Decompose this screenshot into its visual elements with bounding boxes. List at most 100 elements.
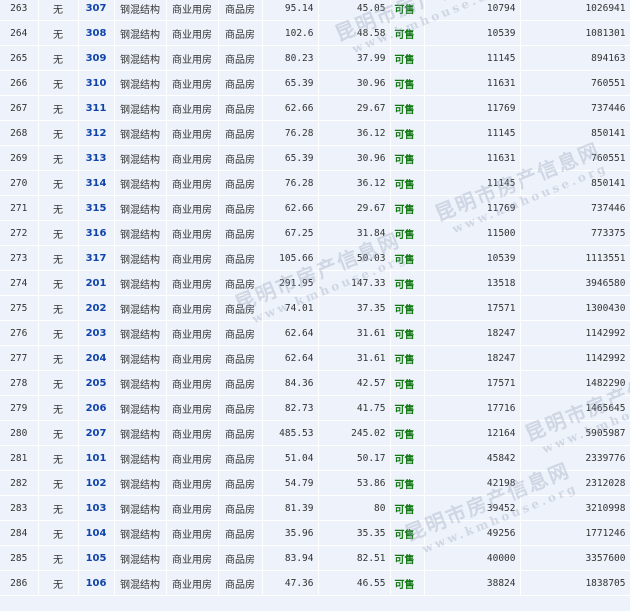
row-number: 277 xyxy=(0,345,39,371)
room-number-link[interactable]: 201 xyxy=(78,270,115,296)
house-type-cell: 商品房 xyxy=(218,95,263,121)
room-number-link[interactable]: 311 xyxy=(78,95,115,121)
usage-cell: 商业用房 xyxy=(166,370,219,396)
total-price-cell: 1026941 xyxy=(520,0,630,21)
house-type-cell: 商品房 xyxy=(218,20,263,46)
floor-cell: 无 xyxy=(38,520,79,546)
sale-status: 可售 xyxy=(390,445,425,471)
sale-status: 可售 xyxy=(390,170,425,196)
usage-cell: 商业用房 xyxy=(166,0,219,21)
usage-cell: 商业用房 xyxy=(166,495,219,521)
inner-area-cell: 29.67 xyxy=(318,95,391,121)
room-number-link[interactable]: 310 xyxy=(78,70,115,96)
structure-cell: 钢混结构 xyxy=(114,245,167,271)
usage-cell: 商业用房 xyxy=(166,295,219,321)
building-area-cell: 62.64 xyxy=(262,345,319,371)
unit-price-cell: 42198 xyxy=(424,470,521,496)
sale-status: 可售 xyxy=(390,570,425,596)
room-number-link[interactable]: 206 xyxy=(78,395,115,421)
floor-cell: 无 xyxy=(38,395,79,421)
sale-status: 可售 xyxy=(390,420,425,446)
row-number: 275 xyxy=(0,295,39,321)
row-number: 284 xyxy=(0,520,39,546)
usage-cell: 商业用房 xyxy=(166,270,219,296)
row-number: 276 xyxy=(0,320,39,346)
usage-cell: 商业用房 xyxy=(166,420,219,446)
room-number-link[interactable]: 103 xyxy=(78,495,115,521)
total-price-cell: 737446 xyxy=(520,95,630,121)
room-number-link[interactable]: 203 xyxy=(78,320,115,346)
floor-cell: 无 xyxy=(38,195,79,221)
row-number: 283 xyxy=(0,495,39,521)
structure-cell: 钢混结构 xyxy=(114,20,167,46)
table-row: 263 无 307 钢混结构 商业用房 商品房 95.14 45.05 可售 10794 10269… xyxy=(0,0,630,21)
room-number-link[interactable]: 314 xyxy=(78,170,115,196)
inner-area-cell: 45.05 xyxy=(318,0,391,21)
floor-cell: 无 xyxy=(38,120,79,146)
inner-area-cell: 31.84 xyxy=(318,220,391,246)
unit-price-cell: 39452 xyxy=(424,495,521,521)
unit-price-cell: 10539 xyxy=(424,20,521,46)
table-row: 264 无 308 钢混结构 商业用房 商品房 102.6 48.58 可售 10539 10813… xyxy=(0,20,630,46)
total-price-cell: 1465645 xyxy=(520,395,630,421)
sale-status: 可售 xyxy=(390,345,425,371)
structure-cell: 钢混结构 xyxy=(114,270,167,296)
total-price-cell: 2312028 xyxy=(520,470,630,496)
room-number-link[interactable]: 101 xyxy=(78,445,115,471)
house-type-cell: 商品房 xyxy=(218,545,263,571)
building-area-cell: 84.36 xyxy=(262,370,319,396)
room-number-link[interactable]: 313 xyxy=(78,145,115,171)
building-area-cell: 67.25 xyxy=(262,220,319,246)
building-area-cell: 95.14 xyxy=(262,0,319,21)
sale-status: 可售 xyxy=(390,470,425,496)
room-number-link[interactable]: 316 xyxy=(78,220,115,246)
room-number-link[interactable]: 307 xyxy=(78,0,115,21)
unit-price-cell: 10794 xyxy=(424,0,521,21)
house-type-cell: 商品房 xyxy=(218,345,263,371)
room-number-link[interactable]: 309 xyxy=(78,45,115,71)
row-number: 264 xyxy=(0,20,39,46)
floor-cell: 无 xyxy=(38,295,79,321)
house-type-cell: 商品房 xyxy=(218,570,263,596)
inner-area-cell: 147.33 xyxy=(318,270,391,296)
floor-cell: 无 xyxy=(38,45,79,71)
row-number: 274 xyxy=(0,270,39,296)
room-number-link[interactable]: 317 xyxy=(78,245,115,271)
inner-area-cell: 36.12 xyxy=(318,170,391,196)
usage-cell: 商业用房 xyxy=(166,345,219,371)
room-number-link[interactable]: 104 xyxy=(78,520,115,546)
room-number-link[interactable]: 202 xyxy=(78,295,115,321)
usage-cell: 商业用房 xyxy=(166,45,219,71)
room-number-link[interactable]: 204 xyxy=(78,345,115,371)
structure-cell: 钢混结构 xyxy=(114,95,167,121)
house-type-cell: 商品房 xyxy=(218,520,263,546)
floor-cell: 无 xyxy=(38,345,79,371)
unit-price-cell: 11145 xyxy=(424,170,521,196)
inner-area-cell: 82.51 xyxy=(318,545,391,571)
inner-area-cell: 31.61 xyxy=(318,345,391,371)
room-number-link[interactable]: 205 xyxy=(78,370,115,396)
room-number-link[interactable]: 102 xyxy=(78,470,115,496)
room-number-link[interactable]: 315 xyxy=(78,195,115,221)
row-number: 281 xyxy=(0,445,39,471)
building-area-cell: 80.23 xyxy=(262,45,319,71)
sale-status: 可售 xyxy=(390,495,425,521)
unit-price-cell: 11145 xyxy=(424,45,521,71)
room-number-link[interactable]: 312 xyxy=(78,120,115,146)
row-number: 278 xyxy=(0,370,39,396)
house-type-cell: 商品房 xyxy=(218,70,263,96)
usage-cell: 商业用房 xyxy=(166,470,219,496)
inner-area-cell: 30.96 xyxy=(318,145,391,171)
unit-price-cell: 17571 xyxy=(424,370,521,396)
room-number-link[interactable]: 105 xyxy=(78,545,115,571)
room-number-link[interactable]: 106 xyxy=(78,570,115,596)
usage-cell: 商业用房 xyxy=(166,145,219,171)
usage-cell: 商业用房 xyxy=(166,570,219,596)
table-row: 269 无 313 钢混结构 商业用房 商品房 65.39 30.96 可售 11631 76055… xyxy=(0,145,630,171)
room-number-link[interactable]: 207 xyxy=(78,420,115,446)
usage-cell: 商业用房 xyxy=(166,445,219,471)
room-number-link[interactable]: 308 xyxy=(78,20,115,46)
table-row: 275 无 202 钢混结构 商业用房 商品房 74.01 37.35 可售 17571 13004… xyxy=(0,295,630,321)
structure-cell: 钢混结构 xyxy=(114,195,167,221)
table-row: 283 无 103 钢混结构 商业用房 商品房 81.39 80 可售 39452 3210998 xyxy=(0,495,630,521)
